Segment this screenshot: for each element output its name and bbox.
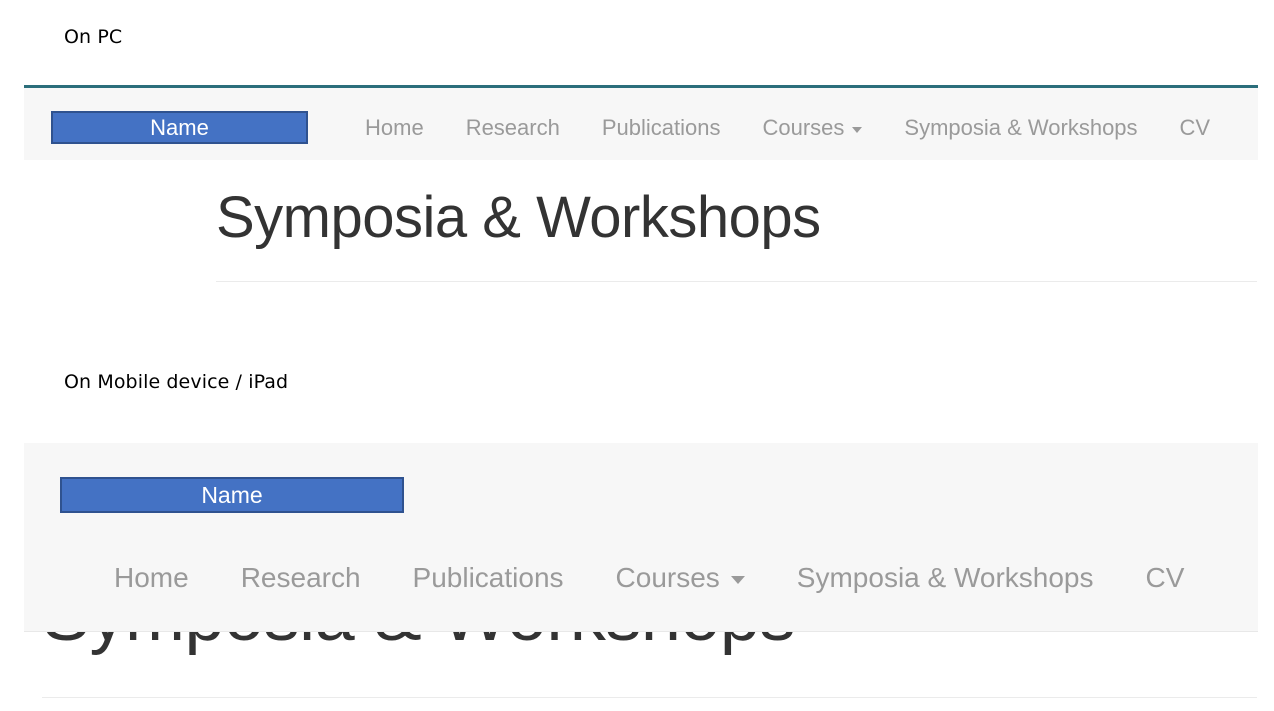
- mobile-nav-item-home[interactable]: Home: [88, 562, 215, 594]
- nav-item-research[interactable]: Research: [445, 115, 581, 141]
- chevron-down-icon: [852, 127, 863, 133]
- nav-item-cv[interactable]: CV: [1159, 115, 1232, 141]
- nav-item-home-label: Home: [365, 115, 424, 140]
- mobile-nav-item-research[interactable]: Research: [215, 562, 387, 594]
- desktop-nav-links: Home Research Publications Courses Sympo…: [344, 109, 1231, 147]
- mobile-nav-item-courses[interactable]: Courses: [590, 562, 771, 594]
- mobile-nav-item-publications-label: Publications: [412, 562, 564, 593]
- desktop-page-title: Symposia & Workshops: [216, 185, 821, 250]
- nav-item-symposia-workshops[interactable]: Symposia & Workshops: [883, 115, 1158, 141]
- nav-item-courses-label: Courses: [762, 115, 845, 140]
- mobile-nav-item-publications[interactable]: Publications: [387, 562, 590, 594]
- mobile-nav-item-symposia-workshops[interactable]: Symposia & Workshops: [771, 562, 1120, 594]
- mobile-nav-item-cv-label: CV: [1145, 562, 1185, 593]
- nav-item-symposia-workshops-label: Symposia & Workshops: [904, 115, 1138, 140]
- mobile-section-caption: On Mobile device / iPad: [64, 371, 289, 393]
- mobile-nav-item-home-label: Home: [114, 562, 189, 593]
- nav-item-cv-label: CV: [1179, 115, 1211, 140]
- desktop-brand-button[interactable]: Name: [51, 111, 308, 144]
- chevron-down-icon: [730, 576, 745, 584]
- desktop-section-caption: On PC: [64, 26, 123, 48]
- desktop-brand-label: Name: [150, 114, 209, 140]
- mobile-title-divider: [42, 697, 1257, 698]
- mobile-nav-item-courses-label: Courses: [615, 562, 720, 593]
- mobile-nav-item-research-label: Research: [240, 562, 361, 593]
- nav-item-home[interactable]: Home: [344, 115, 445, 141]
- nav-item-publications[interactable]: Publications: [581, 115, 742, 141]
- desktop-navbar: Name Home Research Publications Courses …: [24, 85, 1258, 160]
- mobile-nav-item-cv[interactable]: CV: [1120, 562, 1211, 594]
- desktop-title-divider: [216, 281, 1257, 282]
- nav-item-research-label: Research: [465, 115, 560, 140]
- nav-item-publications-label: Publications: [601, 115, 721, 140]
- mobile-brand-label: Name: [201, 481, 263, 508]
- mobile-nav-item-symposia-workshops-label: Symposia & Workshops: [796, 562, 1094, 593]
- nav-item-courses[interactable]: Courses: [741, 115, 883, 141]
- mobile-brand-button[interactable]: Name: [60, 477, 404, 513]
- mobile-nav-links: Home Research Publications Courses Sympo…: [88, 555, 1210, 601]
- mobile-navbar: Name Home Research Publications Courses …: [24, 443, 1258, 632]
